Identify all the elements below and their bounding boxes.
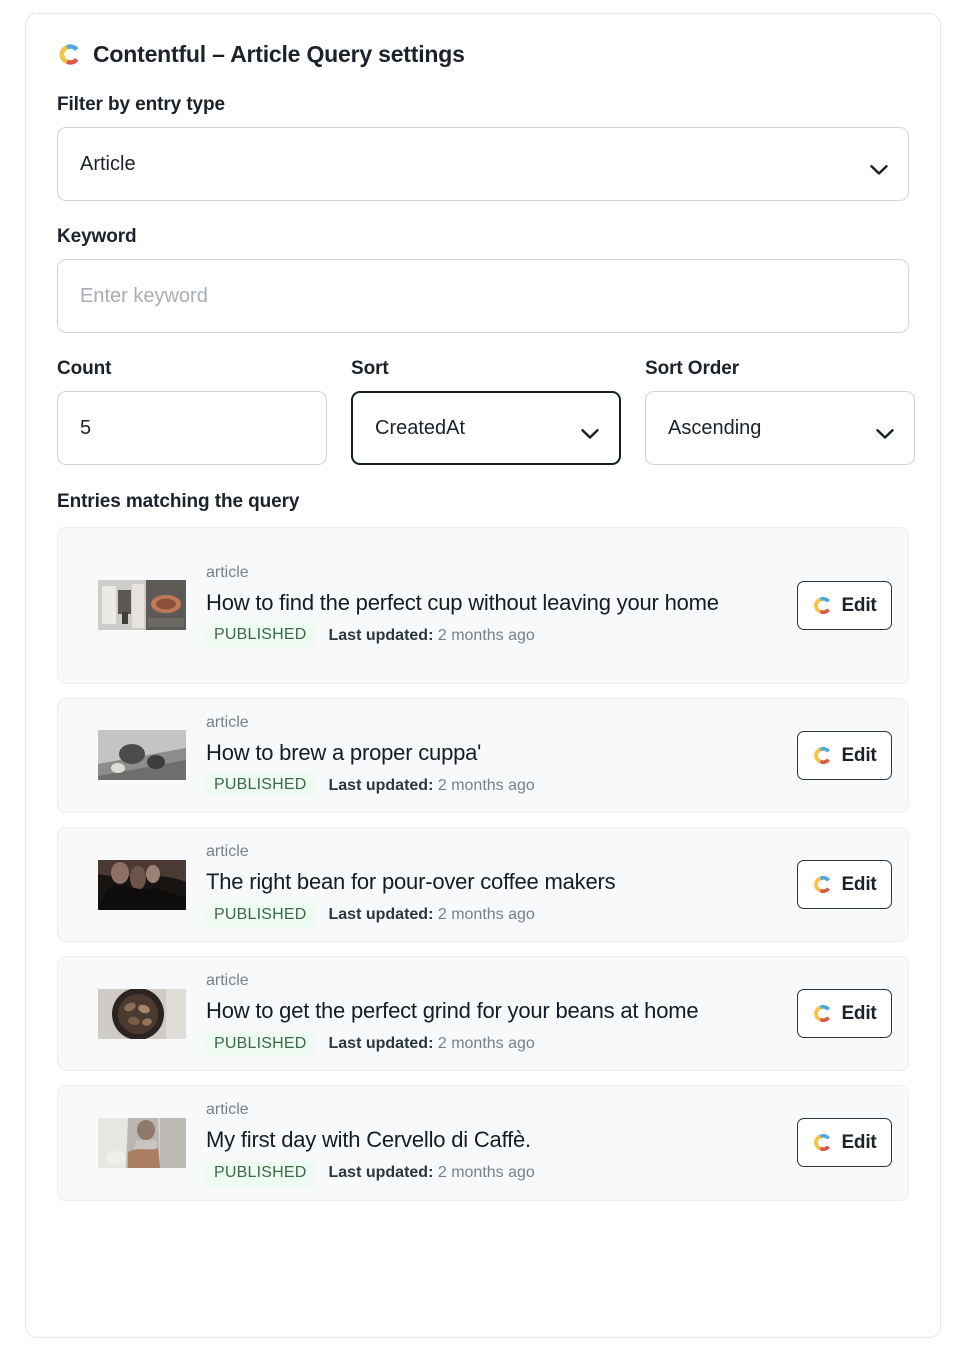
barista-thumbnail	[98, 1117, 186, 1168]
entry-type-text: article	[206, 1101, 249, 1119]
sort-label: Sort	[351, 357, 389, 379]
entry-meta: PUBLISHED Last updated: 2 months ago	[206, 1031, 785, 1057]
keyword-input[interactable]: Enter keyword	[57, 258, 909, 333]
page-title: Contentful – Article Query settings	[93, 41, 465, 67]
query-options-row: Count 5 Sort CreatedAt Sort Order Ascend…	[57, 357, 915, 465]
count-input[interactable]: 5	[57, 390, 327, 465]
entry-type-text: article	[206, 842, 249, 860]
entry-title: How to find the perfect cup without leav…	[206, 589, 719, 615]
sort-field-group: Sort CreatedAt	[351, 357, 621, 465]
list-item[interactable]: article How to find the perfect cup with…	[57, 526, 909, 684]
contentful-logo-icon	[812, 1003, 833, 1024]
edit-button[interactable]: Edit	[797, 989, 892, 1039]
last-updated-value: 2 months ago	[437, 626, 535, 644]
entry-meta: PUBLISHED Last updated: 2 months ago	[206, 1160, 785, 1186]
edit-button[interactable]: Edit	[797, 580, 892, 630]
entries-section-title: Entries matching the query	[57, 490, 300, 512]
entry-title: The right bean for pour-over coffee make…	[206, 868, 616, 894]
last-updated-value: 2 months ago	[437, 1164, 535, 1182]
app-header: Contentful – Article Query settings	[57, 42, 909, 67]
entry-type-text: article	[206, 713, 249, 731]
status-badge: PUBLISHED	[206, 1031, 315, 1057]
entry-body: article How to get the perfect grind for…	[206, 971, 797, 1057]
last-updated: Last updated: 2 months ago	[329, 777, 535, 795]
status-badge: PUBLISHED	[206, 623, 315, 648]
entry-type-text: article	[206, 563, 249, 581]
edit-button-label: Edit	[841, 594, 877, 616]
entry-meta: PUBLISHED Last updated: 2 months ago	[206, 773, 785, 798]
chevron-down-icon	[581, 422, 599, 439]
entry-body: article My first day with Cervello di Ca…	[206, 1100, 797, 1186]
edit-button[interactable]: Edit	[797, 1118, 892, 1168]
edit-button[interactable]: Edit	[797, 730, 892, 780]
settings-card: Contentful – Article Query settings Filt…	[25, 13, 941, 1338]
keyword-placeholder: Enter keyword	[80, 284, 208, 307]
entry-type-text: article	[206, 972, 249, 990]
last-updated-value: 2 months ago	[437, 906, 535, 924]
keyword-label: Keyword	[57, 225, 137, 247]
sort-order-value: Ascending	[668, 416, 762, 439]
last-updated-label: Last updated:	[328, 626, 434, 644]
status-badge: PUBLISHED	[206, 902, 315, 928]
entry-body: article How to find the perfect cup with…	[206, 563, 797, 648]
entry-title: My first day with Cervello di Caffè.	[206, 1127, 531, 1153]
espresso-machine-thumbnail	[98, 580, 186, 631]
sort-select[interactable]: CreatedAt	[351, 390, 621, 465]
chevron-down-icon	[876, 422, 894, 439]
status-badge: PUBLISHED	[206, 773, 315, 798]
chevron-down-icon	[870, 158, 888, 175]
last-updated: Last updated: 2 months ago	[329, 1164, 535, 1182]
entry-body: article The right bean for pour-over cof…	[206, 842, 797, 928]
edit-button-label: Edit	[841, 744, 877, 766]
list-item[interactable]: article How to brew a proper cuppa' PUBL…	[57, 697, 909, 813]
status-badge: PUBLISHED	[206, 1160, 315, 1186]
entry-type-select[interactable]: Article	[57, 126, 909, 201]
sort-order-field-group: Sort Order Ascending	[645, 357, 915, 465]
last-updated: Last updated: 2 months ago	[329, 906, 535, 924]
edit-button-label: Edit	[841, 1003, 877, 1025]
last-updated-value: 2 months ago	[437, 776, 535, 794]
sort-order-select[interactable]: Ascending	[645, 390, 915, 465]
edit-button-label: Edit	[841, 874, 877, 895]
entry-meta: PUBLISHED Last updated: 2 months ago	[206, 902, 785, 928]
edit-button-label: Edit	[841, 1132, 877, 1154]
sort-order-label: Sort Order	[645, 357, 740, 379]
contentful-logo-icon	[812, 1132, 833, 1153]
last-updated: Last updated: 2 months ago	[329, 627, 535, 645]
last-updated-label: Last updated:	[328, 1035, 434, 1053]
last-updated-value: 2 months ago	[437, 1035, 535, 1053]
count-label: Count	[57, 357, 112, 379]
entry-title: How to brew a proper cuppa'	[206, 739, 482, 765]
entry-type-field-group: Filter by entry type Article	[57, 94, 909, 201]
edit-button[interactable]: Edit	[797, 860, 892, 909]
list-item[interactable]: article How to get the perfect grind for…	[57, 956, 909, 1072]
entry-meta: PUBLISHED Last updated: 2 months ago	[206, 623, 785, 648]
contentful-logo-icon	[812, 874, 833, 895]
contentful-logo-icon	[57, 42, 82, 67]
last-updated-label: Last updated:	[328, 1164, 434, 1182]
keyword-field-group: Keyword Enter keyword	[57, 225, 909, 333]
entry-type-value: Article	[80, 152, 136, 175]
contentful-logo-icon	[812, 745, 833, 766]
list-item[interactable]: article The right bean for pour-over cof…	[57, 826, 909, 943]
last-updated-label: Last updated:	[328, 906, 434, 924]
entry-type-label: Filter by entry type	[57, 94, 225, 115]
contentful-logo-icon	[812, 595, 833, 616]
count-field-group: Count 5	[57, 357, 327, 465]
sort-value: CreatedAt	[375, 416, 466, 439]
tea-brewing-thumbnail	[98, 730, 186, 781]
dark-beans-thumbnail	[98, 859, 186, 910]
list-item[interactable]: article My first day with Cervello di Ca…	[57, 1085, 909, 1201]
entries-list: article How to find the perfect cup with…	[57, 526, 909, 1201]
entry-title: How to get the perfect grind for your be…	[206, 998, 699, 1024]
coffee-grinder-thumbnail	[98, 988, 186, 1039]
app-root: Contentful – Article Query settings Filt…	[0, 0, 966, 1356]
last-updated: Last updated: 2 months ago	[329, 1035, 535, 1053]
entry-body: article How to brew a proper cuppa' PUBL…	[206, 713, 797, 798]
last-updated-label: Last updated:	[328, 776, 434, 794]
count-value: 5	[80, 416, 92, 439]
